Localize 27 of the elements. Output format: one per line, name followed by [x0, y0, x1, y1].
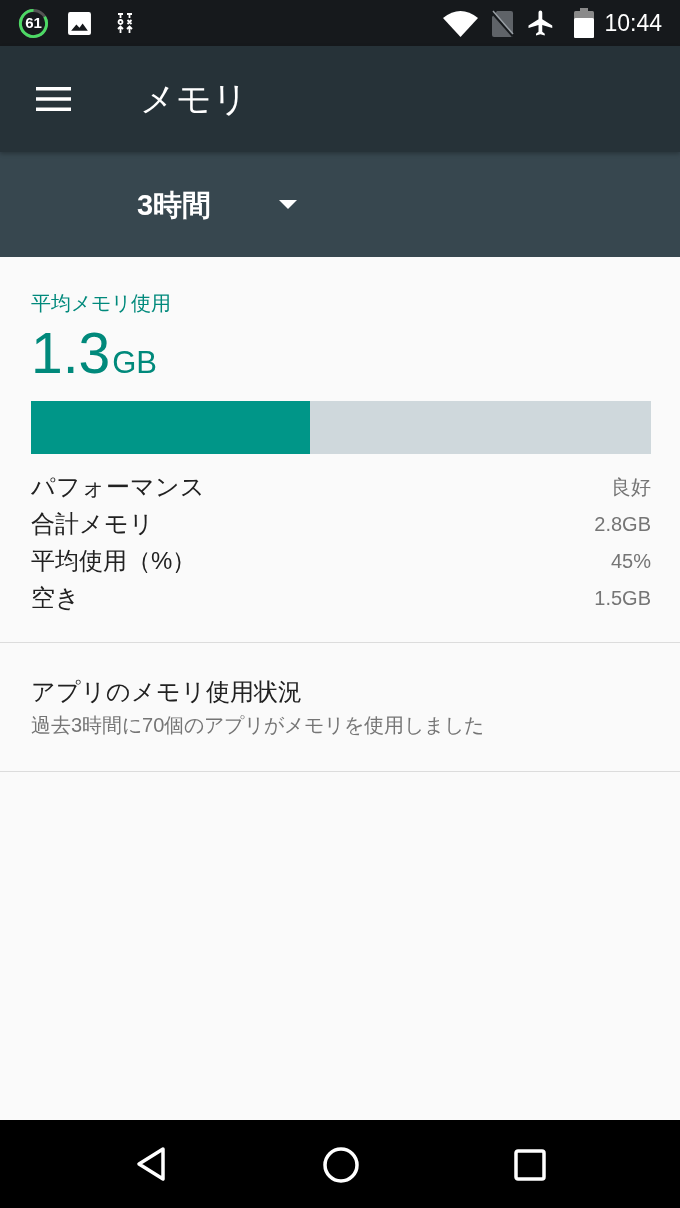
stacked-arrows-icon — [117, 12, 133, 34]
battery-icon — [574, 8, 595, 38]
caret-icon — [279, 200, 298, 209]
app-usage-title[interactable]: アプリのメモリ使用状況 — [31, 676, 302, 708]
stat-value: 2.8GB — [594, 511, 651, 537]
stat-label: 合計メモリ — [31, 508, 154, 539]
home-icon — [323, 1147, 359, 1183]
back-icon — [136, 1146, 166, 1182]
image-icon — [67, 10, 92, 36]
average-usage-unit: GB — [112, 344, 158, 382]
app-usage-subtitle: 過去3時間に70個のアプリがメモリを使用しました — [31, 713, 485, 738]
stat-value: 1.5GB — [594, 585, 651, 611]
stat-label: パフォーマンス — [31, 471, 205, 502]
clock-time: 10:44 — [604, 8, 662, 38]
stat-value: 45% — [610, 548, 651, 574]
period-dropdown[interactable]: 3時間 — [137, 184, 298, 225]
wifi-icon — [443, 9, 479, 37]
recents-icon — [514, 1149, 546, 1181]
no-sim-icon — [491, 9, 515, 37]
stat-label: 空き — [31, 582, 80, 613]
section-label: 平均メモリ使用 — [31, 291, 171, 316]
average-usage-value: 1.3 — [31, 322, 111, 384]
screen-title: メモリ — [140, 78, 248, 120]
menu-icon — [35, 87, 71, 111]
stat-label: 平均使用（%） — [31, 545, 197, 576]
stat-value: 良好 — [611, 474, 651, 500]
notification-count-badge: 61 — [18, 7, 49, 39]
